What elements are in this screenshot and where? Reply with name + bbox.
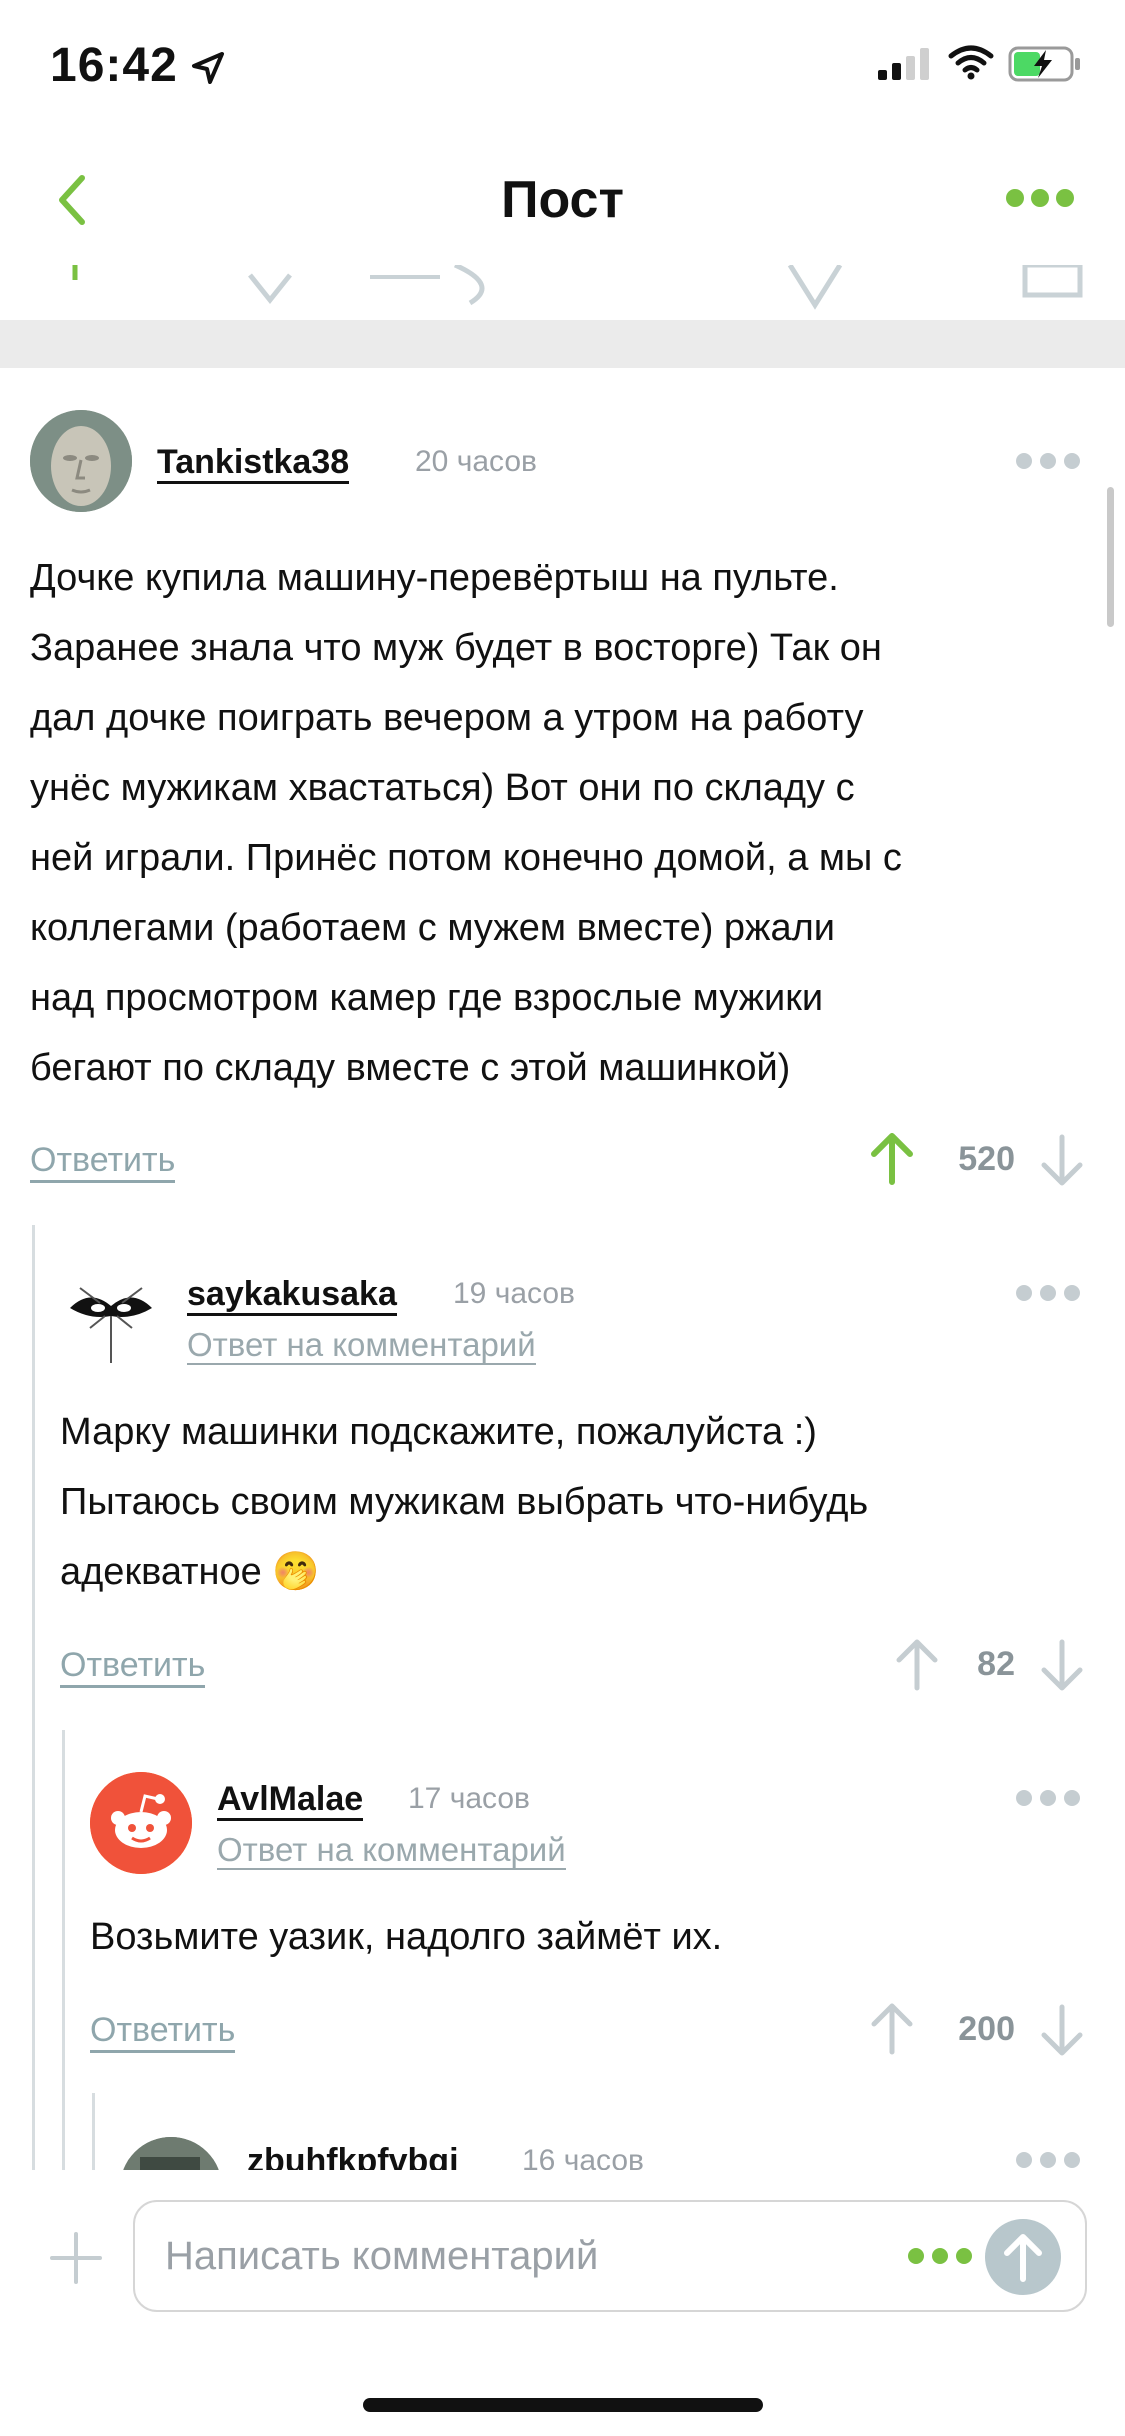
comment-more-icon[interactable] <box>1015 1789 1081 1812</box>
comment-author[interactable]: Tankistka38 <box>157 443 350 484</box>
reply-button[interactable]: Ответить <box>60 1645 206 1688</box>
post-actions-strip <box>0 265 1125 320</box>
comment-more-icon[interactable] <box>1015 1284 1081 1307</box>
comment-author[interactable]: saykakusaka <box>187 1275 397 1316</box>
comment-score: 82 <box>977 1645 1015 1683</box>
comment-author[interactable]: AvlMalae <box>217 1780 364 1821</box>
cellular-signal-icon <box>878 48 934 85</box>
reply-to-comment-link[interactable]: комментарий <box>362 1831 566 1870</box>
comment-text: Возьмите уазик, надолго займёт их. <box>90 1916 723 1958</box>
upvote-icon[interactable] <box>868 2000 916 2061</box>
input-options-icon[interactable] <box>907 2247 973 2270</box>
thread-line <box>62 1730 65 2170</box>
downvote-icon[interactable] <box>1038 1133 1086 1194</box>
wifi-icon <box>948 44 994 85</box>
attach-plus-icon[interactable] <box>50 2232 102 2289</box>
comment-text: Марку машинки подскажите, пожалуйста :) … <box>60 1411 869 1593</box>
comment-input-placeholder: Написать комментарий <box>165 2234 599 2278</box>
reply-to-link[interactable]: Ответ на комментарий <box>217 1830 566 1870</box>
reply-to-comment-link[interactable]: комментарий <box>332 1326 536 1365</box>
thread-line <box>32 1225 35 2170</box>
home-indicator[interactable] <box>363 2398 763 2412</box>
section-divider <box>0 320 1125 368</box>
upvote-icon[interactable] <box>868 1130 916 1191</box>
downvote-icon[interactable] <box>1038 2003 1086 2064</box>
comment-input[interactable]: Написать комментарий <box>133 2200 1087 2312</box>
reply-to-link[interactable]: Ответ на комментарий <box>187 1325 536 1365</box>
comment-more-icon[interactable] <box>1015 452 1081 475</box>
comment-text: Дочке купила машину-перевёртыш на пульте… <box>30 557 902 1089</box>
reply-button[interactable]: Ответить <box>90 2010 236 2053</box>
location-arrow-icon <box>190 50 226 91</box>
avatar[interactable] <box>90 1772 192 1874</box>
navigation-bar: Пост <box>0 140 1125 265</box>
avatar[interactable] <box>30 410 132 512</box>
comment-score: 520 <box>958 1140 1015 1178</box>
comment-time: 20 часов <box>415 445 537 478</box>
thread-line <box>92 2093 95 2173</box>
more-options-button[interactable] <box>1005 188 1075 213</box>
avatar[interactable] <box>60 1268 162 1370</box>
status-time: 16:42 <box>50 39 178 92</box>
downvote-icon[interactable] <box>1038 1638 1086 1699</box>
status-bar: 16:42 <box>0 0 1125 140</box>
scrollbar[interactable] <box>1107 487 1114 627</box>
send-button[interactable] <box>985 2219 1061 2295</box>
comment-composer-bar: Написать комментарий <box>0 2170 1125 2436</box>
comment-time: 19 часов <box>453 1277 575 1310</box>
reply-button[interactable]: Ответить <box>30 1140 176 1183</box>
comment-time: 17 часов <box>408 1782 530 1815</box>
comment-score: 200 <box>958 2010 1015 2048</box>
battery-icon <box>1008 46 1082 87</box>
page-title: Пост <box>501 171 624 229</box>
upvote-icon[interactable] <box>893 1636 941 1697</box>
